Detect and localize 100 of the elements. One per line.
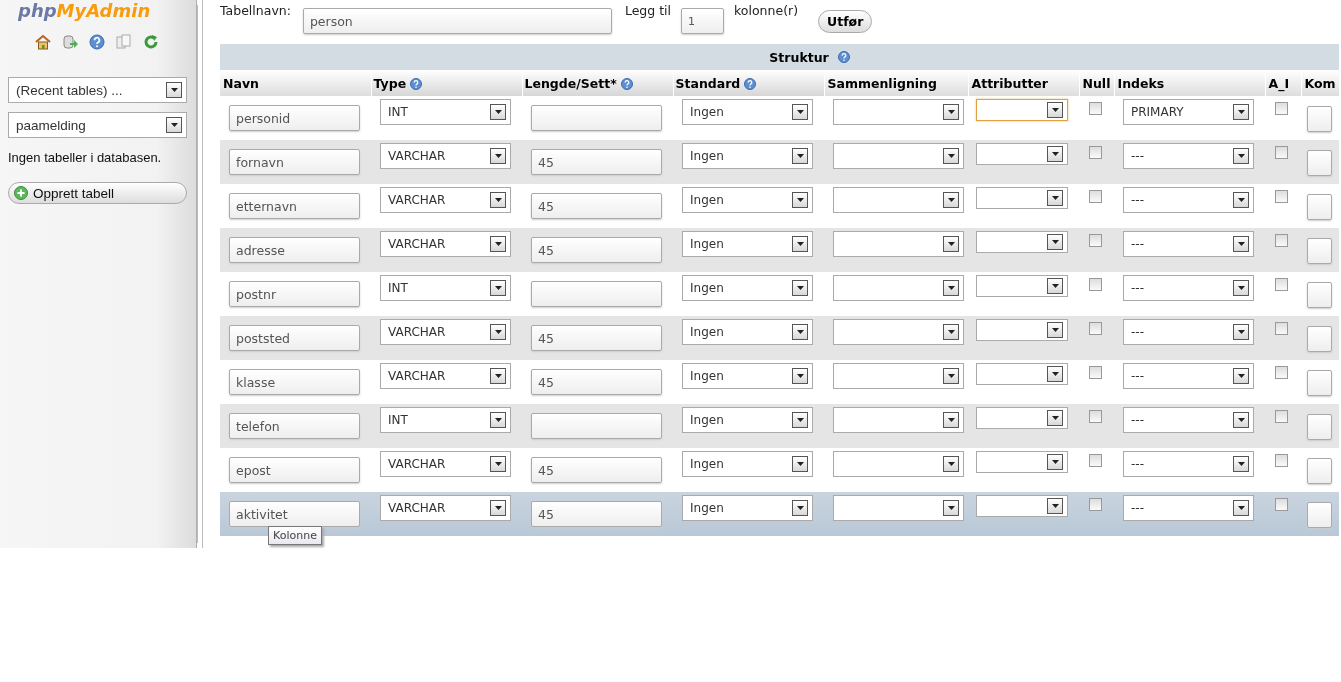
auto-increment-checkbox[interactable]: [1275, 366, 1288, 379]
attributes-dropdown[interactable]: [976, 231, 1068, 253]
auto-increment-checkbox[interactable]: [1275, 410, 1288, 423]
index-dropdown[interactable]: ---: [1123, 275, 1254, 301]
comment-field[interactable]: [1307, 502, 1332, 528]
attributes-dropdown[interactable]: [976, 407, 1068, 429]
caret-icon[interactable]: [1047, 498, 1063, 514]
caret-icon[interactable]: [943, 412, 959, 428]
index-dropdown[interactable]: ---: [1123, 319, 1254, 345]
auto-increment-checkbox[interactable]: [1275, 102, 1288, 115]
caret-icon[interactable]: [943, 148, 959, 164]
caret-icon[interactable]: [490, 280, 506, 296]
caret-icon[interactable]: [490, 368, 506, 384]
index-dropdown[interactable]: ---: [1123, 407, 1254, 433]
auto-increment-checkbox[interactable]: [1275, 190, 1288, 203]
column-name-field[interactable]: aktivitet: [229, 501, 360, 527]
collation-dropdown[interactable]: [833, 187, 964, 213]
null-checkbox[interactable]: [1089, 410, 1102, 423]
caret-icon[interactable]: [1233, 192, 1249, 208]
database-dropdown[interactable]: paamelding: [8, 112, 187, 138]
comment-field[interactable]: [1307, 414, 1332, 440]
comment-field[interactable]: [1307, 370, 1332, 396]
caret-icon[interactable]: [792, 324, 808, 340]
null-checkbox[interactable]: [1089, 366, 1102, 379]
caret-icon[interactable]: [792, 192, 808, 208]
recent-tables-dropdown[interactable]: (Recent tables) ...: [8, 77, 187, 103]
caret-icon[interactable]: [1233, 236, 1249, 252]
caret-icon[interactable]: [792, 500, 808, 516]
auto-increment-checkbox[interactable]: [1275, 234, 1288, 247]
attributes-dropdown[interactable]: [976, 363, 1068, 385]
collation-dropdown[interactable]: [833, 451, 964, 477]
attributes-dropdown[interactable]: [976, 319, 1068, 341]
type-dropdown[interactable]: VARCHAR: [380, 451, 511, 477]
comment-field[interactable]: [1307, 150, 1332, 176]
caret-icon[interactable]: [943, 456, 959, 472]
attributes-dropdown[interactable]: [976, 187, 1068, 209]
type-dropdown[interactable]: INT: [380, 99, 511, 125]
attributes-dropdown[interactable]: [976, 495, 1068, 517]
database-arrow-icon[interactable]: [62, 34, 78, 50]
collation-dropdown[interactable]: [833, 407, 964, 433]
default-dropdown[interactable]: Ingen: [682, 231, 813, 257]
caret-icon[interactable]: [1047, 146, 1063, 162]
length-field[interactable]: [531, 413, 662, 439]
default-dropdown[interactable]: Ingen: [682, 319, 813, 345]
default-dropdown[interactable]: Ingen: [682, 407, 813, 433]
caret-icon[interactable]: [943, 500, 959, 516]
default-dropdown[interactable]: Ingen: [682, 143, 813, 169]
column-name-field[interactable]: epost: [229, 457, 360, 483]
attributes-dropdown[interactable]: [976, 451, 1068, 473]
collation-dropdown[interactable]: [833, 319, 964, 345]
column-name-field[interactable]: etternavn: [229, 193, 360, 219]
length-field[interactable]: 45: [531, 193, 662, 219]
caret-icon[interactable]: [1047, 102, 1063, 118]
caret-icon[interactable]: [1233, 280, 1249, 296]
caret-icon[interactable]: [1233, 324, 1249, 340]
caret-icon[interactable]: [490, 104, 506, 120]
reload-icon[interactable]: [143, 34, 159, 50]
caret-icon[interactable]: [943, 324, 959, 340]
length-field[interactable]: [531, 105, 662, 131]
caret-icon[interactable]: [1047, 322, 1063, 338]
null-checkbox[interactable]: [1089, 234, 1102, 247]
caret-icon[interactable]: [1047, 278, 1063, 294]
null-checkbox[interactable]: [1089, 146, 1102, 159]
comment-field[interactable]: [1307, 106, 1332, 132]
logo[interactable]: phpMyAdmin: [8, 0, 151, 22]
type-dropdown[interactable]: INT: [380, 275, 511, 301]
help-icon[interactable]: [837, 51, 850, 63]
null-checkbox[interactable]: [1089, 322, 1102, 335]
caret-icon[interactable]: [943, 236, 959, 252]
default-dropdown[interactable]: Ingen: [682, 99, 813, 125]
index-dropdown[interactable]: ---: [1123, 363, 1254, 389]
column-name-field[interactable]: poststed: [229, 325, 360, 351]
caret-icon[interactable]: [792, 412, 808, 428]
comment-field[interactable]: [1307, 194, 1332, 220]
collation-dropdown[interactable]: [833, 363, 964, 389]
null-checkbox[interactable]: [1089, 102, 1102, 115]
plus-icon[interactable]: [14, 186, 28, 200]
caret-icon[interactable]: [1233, 412, 1249, 428]
comment-field[interactable]: [1307, 238, 1332, 264]
caret-icon[interactable]: [1047, 234, 1063, 250]
length-field[interactable]: 45: [531, 369, 662, 395]
caret-icon[interactable]: [1047, 366, 1063, 382]
collation-dropdown[interactable]: [833, 99, 964, 125]
comment-field[interactable]: [1307, 326, 1332, 352]
caret-icon[interactable]: [1047, 190, 1063, 206]
default-dropdown[interactable]: Ingen: [682, 275, 813, 301]
caret-icon[interactable]: [792, 148, 808, 164]
type-dropdown[interactable]: VARCHAR: [380, 495, 511, 521]
column-name-field[interactable]: fornavn: [229, 149, 360, 175]
type-dropdown[interactable]: VARCHAR: [380, 319, 511, 345]
type-dropdown[interactable]: INT: [380, 407, 511, 433]
null-checkbox[interactable]: [1089, 454, 1102, 467]
auto-increment-checkbox[interactable]: [1275, 146, 1288, 159]
go-button[interactable]: Utfør: [818, 10, 873, 33]
auto-increment-checkbox[interactable]: [1275, 498, 1288, 511]
null-checkbox[interactable]: [1089, 278, 1102, 291]
type-dropdown[interactable]: VARCHAR: [380, 187, 511, 213]
caret-icon[interactable]: [943, 192, 959, 208]
caret-icon[interactable]: [490, 148, 506, 164]
help-icon[interactable]: [89, 34, 105, 50]
